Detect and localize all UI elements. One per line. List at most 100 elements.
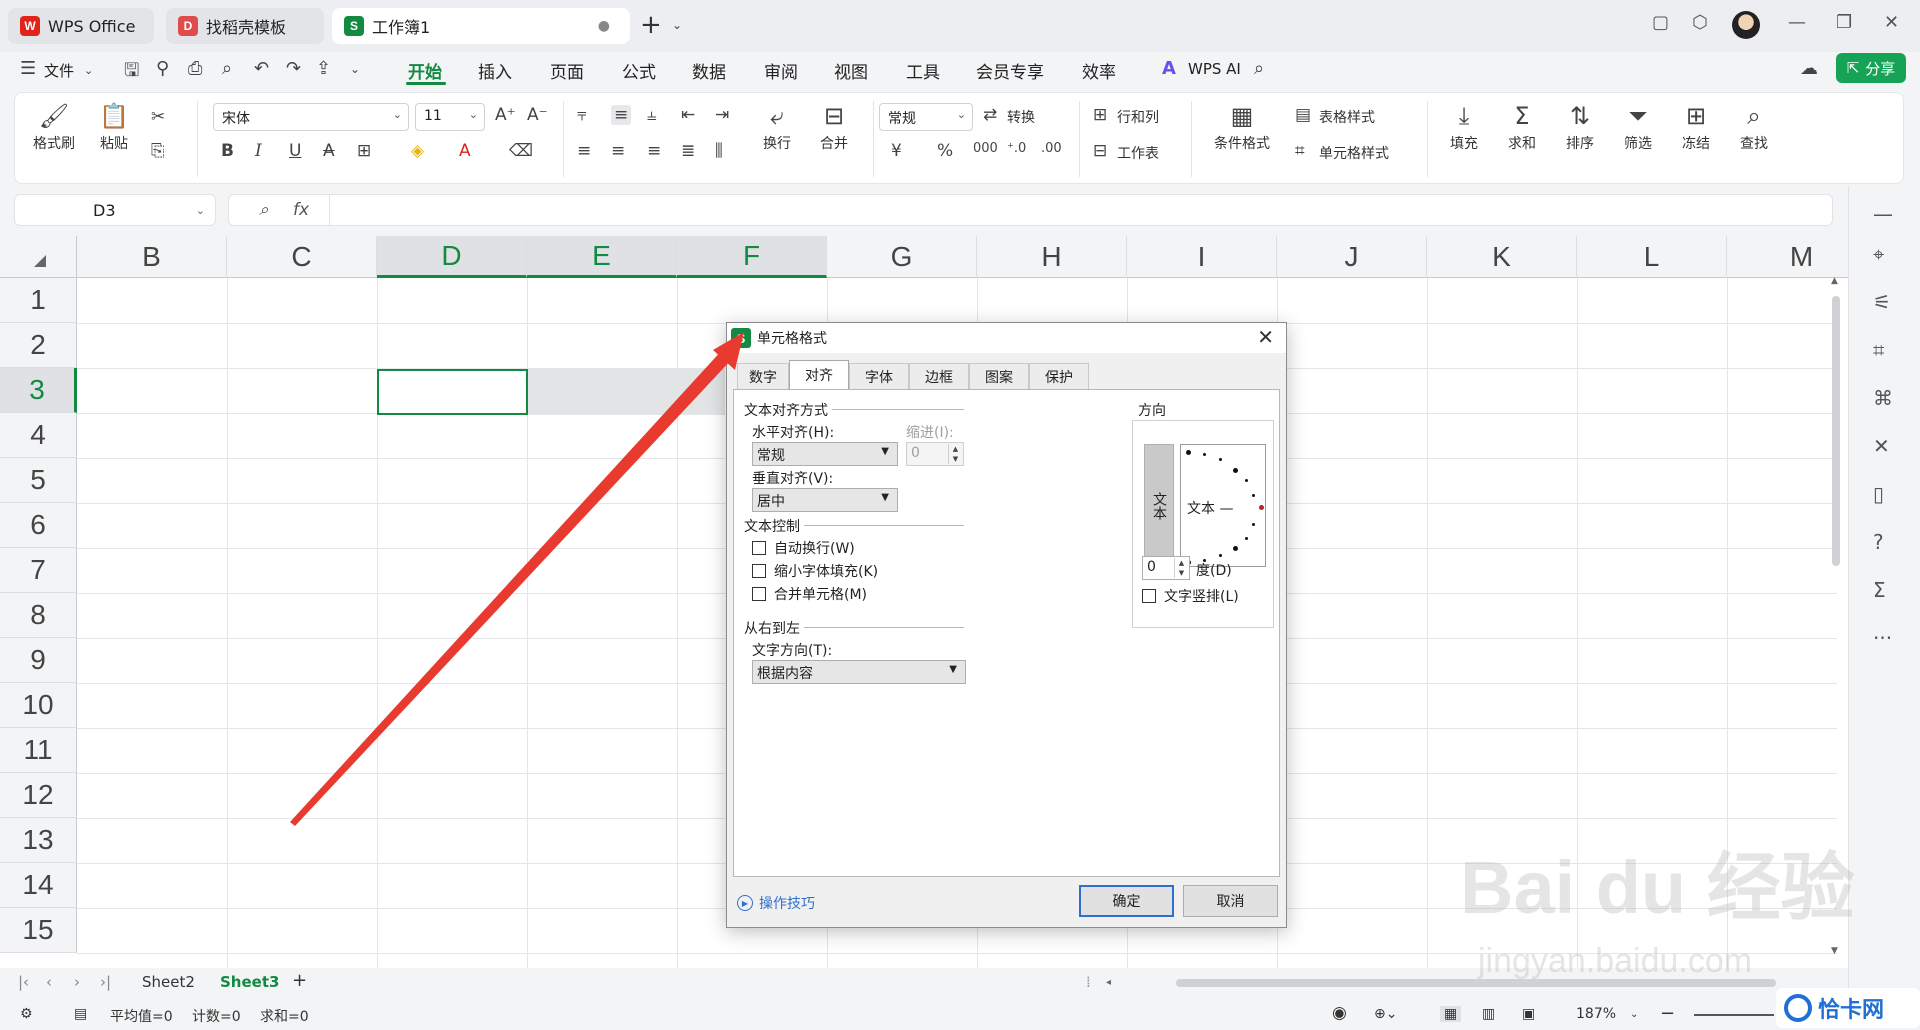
sigma-icon[interactable]: Σ (1873, 578, 1886, 602)
bold-icon[interactable]: B (221, 141, 234, 161)
vertical-align-select[interactable]: 居中 ▼ (752, 488, 898, 512)
row-header-12[interactable]: 12 (0, 773, 77, 818)
print-preview-icon[interactable]: ⌕ (222, 58, 232, 79)
row-header-6[interactable]: 6 (0, 503, 77, 548)
eraser-icon[interactable]: ⌫ (509, 141, 533, 161)
checkbox-box[interactable] (752, 564, 766, 578)
sort-button[interactable]: ⇅ 排序 (1555, 101, 1605, 153)
tab-border[interactable]: 边框 (909, 363, 969, 389)
scroll-left-icon[interactable]: ◂ (1106, 977, 1111, 988)
fill-color-icon[interactable]: ◈ (411, 141, 424, 161)
page-layout-icon[interactable]: ▥ (1482, 1006, 1495, 1022)
column-header-d[interactable]: D (377, 236, 527, 278)
row-header-15[interactable]: 15 (0, 908, 77, 953)
chevron-down-icon[interactable]: ⌄ (350, 62, 360, 76)
menu-tools[interactable]: 工具 (906, 58, 940, 83)
first-sheet-icon[interactable]: |‹ (18, 973, 29, 991)
wrap-text-checkbox[interactable]: 自动换行(W) (752, 538, 855, 558)
menu-member[interactable]: 会员专享 (976, 58, 1044, 83)
align-center-icon[interactable]: ≡ (611, 141, 625, 161)
rows-cols-label[interactable]: 行和列 (1117, 107, 1159, 127)
merge-cells-checkbox[interactable]: 合并单元格(M) (752, 584, 867, 604)
undo-icon[interactable]: ↶ (254, 58, 269, 79)
tab-font[interactable]: 字体 (849, 363, 909, 389)
crop-icon[interactable]: ⌗ (1873, 338, 1884, 362)
menu-home[interactable]: 开始 (408, 58, 442, 83)
font-size-select[interactable]: 11 ⌄ (415, 103, 485, 131)
number-format-select[interactable]: 常规 ⌄ (879, 103, 973, 131)
worksheet-label[interactable]: 工作表 (1117, 143, 1159, 163)
tips-link[interactable]: ▶ 操作技巧 (737, 893, 815, 913)
column-header-j[interactable]: J (1277, 236, 1427, 278)
align-top-icon[interactable]: ⫧ (577, 105, 587, 125)
tools-icon[interactable]: ✕ (1873, 434, 1890, 458)
conditional-format-button[interactable]: ▦ 条件格式 (1207, 101, 1277, 153)
hamburger-icon[interactable]: ☰ (20, 58, 36, 79)
find-button[interactable]: ⌕ 查找 (1729, 101, 1779, 153)
vertical-scrollbar[interactable] (1832, 296, 1840, 566)
cloud-upload-icon[interactable]: ☁ (1800, 58, 1818, 79)
more-icon[interactable]: ··· (1873, 626, 1892, 650)
tab-workbook[interactable]: S 工作簿1 ● (332, 8, 630, 44)
percent-icon[interactable]: % (937, 141, 953, 161)
shrink-to-fit-checkbox[interactable]: 缩小字体填充(K) (752, 561, 878, 581)
merge-button[interactable]: ⊟ 合并 (809, 101, 859, 153)
print-icon[interactable]: ⎙ (188, 58, 202, 79)
filter-button[interactable]: ⏷ 筛选 (1613, 101, 1663, 153)
thousands-icon[interactable]: 000 (973, 141, 998, 156)
function-icon[interactable]: fx (293, 200, 309, 220)
tab-alignment[interactable]: 对齐 (789, 360, 849, 389)
center-view-icon[interactable]: ⊕⌄ (1374, 1006, 1397, 1022)
align-right-icon[interactable]: ≡ (647, 141, 661, 161)
column-header-i[interactable]: I (1127, 236, 1277, 278)
wrap-text-button[interactable]: ⤶ 换行 (755, 101, 799, 153)
collapse-icon[interactable]: — (1873, 202, 1893, 226)
stacked-text-checkbox[interactable]: 文字竖排(L) (1142, 586, 1239, 606)
add-sheet-button[interactable]: + (292, 970, 307, 991)
cut-icon[interactable]: ✂ (151, 107, 165, 127)
currency-icon[interactable]: ¥ (891, 141, 902, 161)
paste-button[interactable]: 📋 粘贴 (89, 101, 139, 153)
increase-indent-icon[interactable]: ⇥ (715, 105, 729, 125)
tab-protection[interactable]: 保护 (1029, 363, 1089, 389)
worksheet-icon[interactable]: ⊟ (1093, 141, 1107, 161)
active-cell[interactable] (377, 369, 528, 415)
cell-style-icon[interactable]: ⌗ (1295, 141, 1305, 161)
menu-file[interactable]: 文件 (44, 60, 74, 81)
horizontal-align-select[interactable]: 常规 ▼ (752, 442, 898, 466)
vertical-text-toggle[interactable]: 文本 (1144, 444, 1174, 567)
menu-data[interactable]: 数据 (692, 58, 726, 83)
close-icon[interactable]: ✕ (1884, 12, 1899, 33)
row-header-2[interactable]: 2 (0, 323, 77, 368)
convert-label[interactable]: 转换 (1007, 107, 1035, 127)
tab-pattern[interactable]: 图案 (969, 363, 1029, 389)
menu-efficiency[interactable]: 效率 (1082, 58, 1116, 83)
sum-button[interactable]: Σ 求和 (1497, 101, 1547, 153)
cursor-icon[interactable]: ⌖ (1873, 242, 1884, 266)
decrease-indent-icon[interactable]: ⇤ (681, 105, 695, 125)
row-header-14[interactable]: 14 (0, 863, 77, 908)
column-header-b[interactable]: B (77, 236, 227, 278)
wps-ai-icon[interactable]: A (1162, 58, 1176, 79)
cube-icon[interactable]: ⬡ (1692, 12, 1708, 33)
indent-spinner[interactable]: 0 ▲ ▼ (906, 442, 964, 466)
font-name-select[interactable]: 宋体 ⌄ (213, 103, 409, 131)
chevron-down-icon[interactable]: ⌄ (672, 18, 682, 32)
new-tab-button[interactable]: + (640, 12, 662, 38)
share-button[interactable]: ⇱ 分享 (1836, 53, 1906, 83)
column-header-f[interactable]: F (677, 236, 827, 278)
spinner-arrows-icon[interactable]: ▲ ▼ (948, 444, 962, 464)
column-header-l[interactable]: L (1577, 236, 1727, 278)
zoom-out-icon[interactable]: − (1660, 1003, 1675, 1024)
checkbox-box[interactable] (752, 587, 766, 601)
eye-icon[interactable]: ◉ (1332, 1003, 1347, 1023)
unsaved-dot-icon[interactable]: ● (598, 18, 610, 34)
degree-spinner[interactable]: 0 ▲ ▼ (1142, 556, 1190, 580)
checkbox-box[interactable] (752, 541, 766, 555)
column-header-c[interactable]: C (227, 236, 377, 278)
decrease-decimal-icon[interactable]: .00 (1041, 141, 1062, 156)
justify-icon[interactable]: ≣ (681, 141, 695, 161)
close-icon[interactable]: ✕ (1257, 325, 1274, 349)
help-icon[interactable]: ? (1873, 530, 1884, 554)
menu-page[interactable]: 页面 (550, 58, 584, 83)
